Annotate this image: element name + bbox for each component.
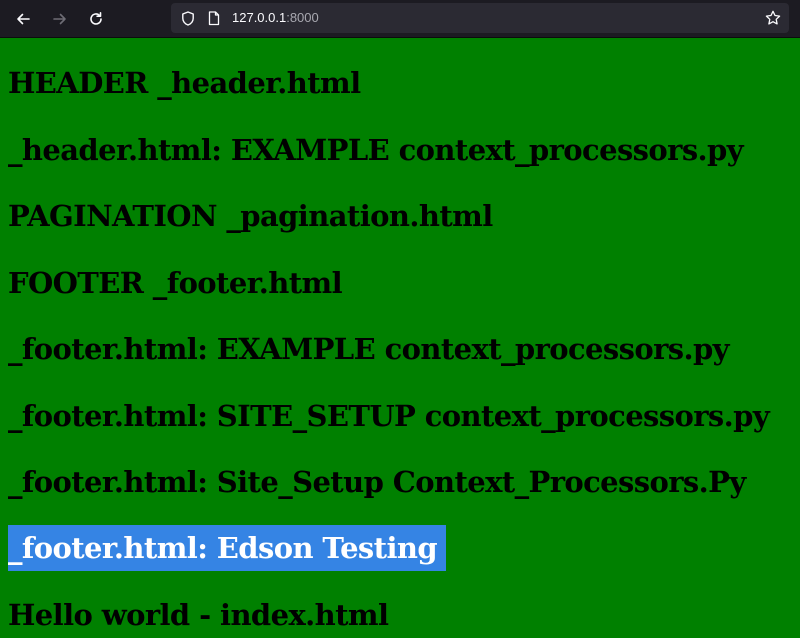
back-button[interactable]	[11, 7, 35, 31]
heading-line-7: _footer.html: Site_Setup Context_Process…	[8, 465, 746, 499]
heading-line-3: PAGINATION _pagination.html	[8, 199, 493, 233]
selected-heading-line: _footer.html: Edson Testing	[8, 525, 447, 571]
url-port: :8000	[286, 10, 319, 25]
reload-button[interactable]	[84, 7, 108, 31]
star-icon[interactable]	[765, 10, 781, 30]
url-host: 127.0.0.1	[232, 10, 287, 25]
page-icon	[208, 11, 220, 30]
heading-line-5: _footer.html: EXAMPLE context_processors…	[8, 332, 730, 366]
shield-icon[interactable]	[181, 11, 195, 30]
heading-line-4: FOOTER _footer.html	[8, 266, 343, 300]
heading-line-2: _header.html: EXAMPLE context_processors…	[8, 133, 744, 167]
heading-line-1: HEADER _header.html	[8, 66, 361, 100]
browser-toolbar: 127.0.0.1:8000	[0, 0, 800, 38]
address-bar[interactable]: 127.0.0.1:8000	[171, 3, 789, 33]
url-text[interactable]: 127.0.0.1:8000	[232, 10, 319, 25]
arrow-left-icon	[15, 11, 31, 27]
arrow-right-icon	[52, 11, 68, 27]
reload-icon	[88, 11, 104, 27]
heading-line-9: Hello world - index.html	[8, 598, 389, 632]
heading-line-6: _footer.html: SITE_SETUP context_process…	[8, 399, 770, 433]
forward-button[interactable]	[48, 7, 72, 31]
